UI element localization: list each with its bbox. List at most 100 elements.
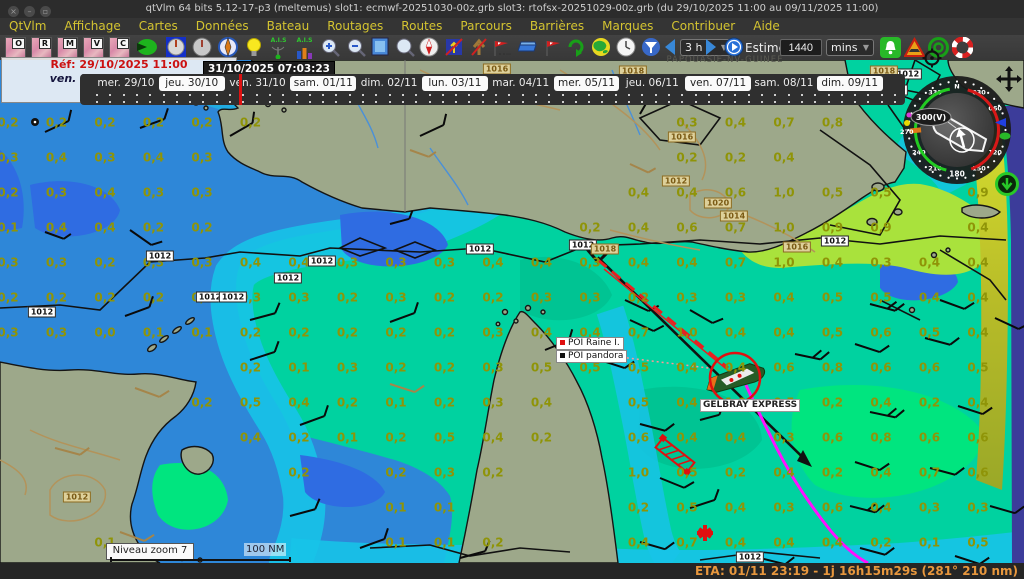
timeline-day-2[interactable]: ven. 31/10: [225, 76, 291, 91]
timeline-day-1[interactable]: jeu. 30/10: [159, 76, 225, 91]
timeline-tick: [455, 101, 457, 103]
estime-duration-input[interactable]: [780, 39, 822, 56]
timeline-tick: [349, 94, 351, 96]
close-window-button[interactable]: ×: [8, 6, 19, 17]
timeline-tick: [881, 101, 883, 103]
timeline-tick: [628, 94, 630, 96]
menu-item-barrières[interactable]: Barrières: [521, 18, 593, 35]
timeline-tick: [881, 94, 883, 96]
chart-m-button[interactable]: M: [57, 37, 78, 58]
download-grib-globe-icon[interactable]: [591, 37, 612, 58]
zoom-fit-icon[interactable]: [394, 37, 415, 58]
timeline-slider[interactable]: mer. 29/10jeu. 30/10ven. 31/10sam. 01/11…: [80, 74, 905, 105]
timeline-tick: [761, 101, 763, 103]
timeline-tick: [655, 94, 657, 96]
locate-boat-icon[interactable]: [419, 37, 440, 58]
timeline-tick: [681, 101, 683, 103]
pan-cross-icon[interactable]: [996, 66, 1022, 92]
timeline-tick: [202, 94, 204, 96]
grib-reload-icon[interactable]: [566, 37, 587, 58]
poi-label-1[interactable]: POI pandora: [556, 350, 627, 363]
timeline-cursor[interactable]: [239, 74, 242, 105]
grib-file-icon[interactable]: [518, 37, 539, 58]
svg-text:180: 180: [949, 170, 965, 179]
timeline-tick: [163, 94, 165, 96]
minimize-window-button[interactable]: –: [24, 6, 35, 17]
menu-item-aide[interactable]: Aide: [744, 18, 789, 35]
timeline-tick: [867, 94, 869, 96]
menu-item-routages[interactable]: Routages: [318, 18, 392, 35]
zoom-in-icon[interactable]: [320, 37, 341, 58]
center-boat-button[interactable]: [994, 171, 1020, 197]
timeline-tick: [389, 94, 391, 96]
timeline-tick: [202, 101, 204, 103]
timeline-tick: [562, 94, 564, 96]
ais-list-icon[interactable]: A.I.S: [294, 37, 315, 58]
timeline-tick: [508, 94, 510, 96]
timeline-tick: [681, 94, 683, 96]
meteotable-icon[interactable]: [137, 37, 158, 58]
poi-circle-icon[interactable]: [922, 48, 942, 68]
timeline-tick: [894, 94, 896, 96]
timeline-day-0[interactable]: mer. 29/10: [93, 76, 159, 91]
hide-estime-icon[interactable]: [469, 37, 490, 58]
map-canvas[interactable]: 0,20,20,20,20,20,20,30,40,70,80,30,30,40…: [0, 60, 1024, 563]
menu-item-parcours[interactable]: Parcours: [451, 18, 520, 35]
ais-targets-icon[interactable]: A.I.S: [268, 37, 289, 58]
menu-item-cartes[interactable]: Cartes: [130, 18, 187, 35]
timeline-tick: [269, 101, 271, 103]
wind-overlay-icon[interactable]: [544, 37, 565, 58]
chart-r-button[interactable]: R: [31, 37, 52, 58]
timeline-tick: [721, 101, 723, 103]
timeline-tick: [588, 94, 590, 96]
maximize-window-button[interactable]: ▫: [40, 6, 51, 17]
timeline-day-3[interactable]: sam. 01/11: [290, 76, 356, 91]
zoom-out-icon[interactable]: [346, 37, 367, 58]
menu-item-bateau[interactable]: Bateau: [258, 18, 319, 35]
daynight-bulb-icon[interactable]: [246, 37, 262, 58]
timeline-tick: [309, 94, 311, 96]
timeline-tick: [548, 101, 550, 103]
chart-o-button[interactable]: O: [5, 37, 26, 58]
timeline-tick: [482, 101, 484, 103]
poi-label-0[interactable]: POI Raine I.: [556, 337, 624, 350]
timeline-day-7[interactable]: mer. 05/11: [554, 76, 620, 91]
compass-instrument-icon[interactable]: [218, 37, 239, 58]
timeline-day-5[interactable]: lun. 03/11: [422, 76, 488, 91]
timeline-tick: [149, 101, 151, 103]
timeline-tick: [601, 94, 603, 96]
timeline-day-4[interactable]: dim. 02/11: [356, 76, 422, 91]
instruments-dial-gray-icon[interactable]: [192, 37, 213, 58]
menu-item-routes[interactable]: Routes: [392, 18, 451, 35]
menu-item-marques[interactable]: Marques: [593, 18, 662, 35]
menu-item-contribuer[interactable]: Contribuer: [662, 18, 744, 35]
timeline-tick: [282, 101, 284, 103]
timeline-tick: [854, 101, 856, 103]
poi-pin-icon[interactable]: [31, 118, 39, 126]
timeline-day-9[interactable]: ven. 07/11: [685, 76, 751, 91]
estime-unit-select[interactable]: mins▼: [826, 39, 874, 56]
lifebuoy-icon[interactable]: [952, 37, 973, 58]
timeline-tick: [455, 94, 457, 96]
timeline-day-11[interactable]: dim. 09/11: [817, 76, 883, 91]
alarms-bell-icon[interactable]: [880, 37, 901, 58]
wind-arrows-icon[interactable]: [492, 37, 513, 58]
timeline-day-8[interactable]: jeu. 06/11: [619, 76, 685, 91]
clock-icon[interactable]: [616, 37, 637, 58]
timeline-day-10[interactable]: sam. 08/11: [751, 76, 817, 91]
timeline-tick: [296, 94, 298, 96]
zoom-area-icon[interactable]: [371, 37, 389, 58]
instruments-dial-blue-icon[interactable]: [166, 37, 187, 58]
timeline-tick: [748, 94, 750, 96]
timeline-day-6[interactable]: mar. 04/11: [488, 76, 554, 91]
timeline-tick: [362, 94, 364, 96]
menu-item-affichage[interactable]: Affichage: [55, 18, 129, 35]
chart-v-button[interactable]: V: [83, 37, 104, 58]
hide-routes-icon[interactable]: [444, 37, 465, 58]
timeline-tick: [548, 94, 550, 96]
chart-letter: O: [12, 38, 25, 49]
timeline-tick: [415, 94, 417, 96]
menu-item-qtvlm[interactable]: QtVlm: [0, 18, 55, 35]
chart-c-button[interactable]: C: [109, 37, 130, 58]
menu-item-données[interactable]: Données: [187, 18, 258, 35]
